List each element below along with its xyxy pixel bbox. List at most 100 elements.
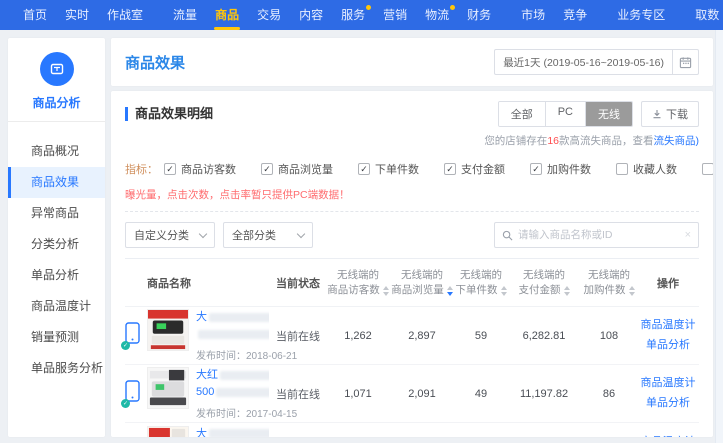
loss-count: 16 bbox=[547, 135, 559, 147]
nav-products[interactable]: 商品 bbox=[206, 0, 248, 30]
product-name-link[interactable]: 大kg bbox=[196, 426, 269, 437]
col-action: 操作 bbox=[637, 275, 699, 291]
product-image[interactable] bbox=[147, 426, 189, 437]
calendar-icon[interactable] bbox=[672, 50, 698, 74]
sidebar-header: 商品分析 bbox=[8, 38, 105, 136]
page-title: 商品效果 bbox=[125, 52, 185, 73]
single-analysis-link[interactable]: 单品分析 bbox=[637, 336, 699, 356]
col-views[interactable]: 无线端的 商品浏览量 bbox=[389, 268, 455, 298]
sidebar-item-sales-forecast[interactable]: 销量预测 bbox=[8, 322, 105, 353]
nav-traffic[interactable]: 流量 bbox=[164, 0, 206, 30]
metric-checkbox-payment[interactable]: 支付金额 bbox=[444, 161, 505, 177]
col-visitors[interactable]: 无线端的 商品访客数 bbox=[327, 268, 389, 298]
metric-checkbox-avg-stay[interactable]: 平均停留时长 bbox=[702, 161, 713, 177]
col-orders[interactable]: 无线端的 下单件数 bbox=[455, 268, 507, 298]
nav-war-room[interactable]: 作战室 bbox=[98, 0, 152, 30]
filter-row: 自定义分类 全部分类 × bbox=[125, 222, 699, 248]
product-name-link[interactable]: 500 bbox=[196, 384, 269, 401]
main-content: 商品效果 最近1天 (2019-05-16~2019-05-16) 商品效果明细… bbox=[111, 38, 713, 437]
redacted-text bbox=[220, 371, 269, 380]
sidebar-item-single-product-service[interactable]: 单品服务分析 bbox=[8, 353, 105, 384]
top-nav: 首页 实时 作战室 流量 商品 交易 内容 服务 营销 物流 财务 市场 竞争 … bbox=[0, 0, 723, 30]
cart-adds-value: 108 bbox=[581, 330, 637, 342]
sort-icon[interactable] bbox=[629, 286, 635, 296]
col-status: 当前状态 bbox=[269, 275, 327, 291]
metric-checkbox-favorites[interactable]: 收藏人数 bbox=[616, 161, 677, 177]
metric-checkbox-views[interactable]: 商品浏览量 bbox=[261, 161, 333, 177]
sidebar-item-single-product-analysis[interactable]: 单品分析 bbox=[8, 260, 105, 291]
nav-business-zone[interactable]: 业务专区 bbox=[608, 0, 674, 30]
tab-pc[interactable]: PC bbox=[546, 102, 586, 126]
notification-dot bbox=[450, 5, 455, 10]
tab-all[interactable]: 全部 bbox=[499, 102, 546, 126]
thermometer-link[interactable]: 商品温度计 bbox=[637, 374, 699, 394]
product-name-link[interactable]: 大红标准 bbox=[196, 367, 269, 384]
nav-home[interactable]: 首页 bbox=[14, 0, 56, 30]
sidebar-item-product-thermometer[interactable]: 商品温度计 bbox=[8, 291, 105, 322]
nav-service[interactable]: 服务 bbox=[332, 0, 374, 30]
mobile-device-icon: ✓ bbox=[125, 331, 140, 348]
nav-trade[interactable]: 交易 bbox=[248, 0, 290, 30]
nav-marketing[interactable]: 营销 bbox=[374, 0, 416, 30]
all-category-select[interactable]: 全部分类 bbox=[223, 222, 313, 248]
sidebar-item-category-analysis[interactable]: 分类分析 bbox=[8, 229, 105, 260]
col-payment[interactable]: 无线端的 支付金额 bbox=[507, 268, 581, 298]
sidebar-group-title: 商品分析 bbox=[8, 94, 105, 111]
custom-category-select[interactable]: 自定义分类 bbox=[125, 222, 215, 248]
nav-finance[interactable]: 财务 bbox=[458, 0, 500, 30]
nav-market[interactable]: 市场 bbox=[512, 0, 554, 30]
scrollbar[interactable] bbox=[715, 30, 723, 443]
metric-checkbox-cart-adds[interactable]: 加购件数 bbox=[530, 161, 591, 177]
sort-icon[interactable] bbox=[383, 286, 389, 296]
col-cart-adds[interactable]: 无线端的 加购件数 bbox=[581, 268, 637, 298]
clear-search-icon[interactable]: × bbox=[685, 229, 691, 241]
checkbox-unchecked-icon bbox=[702, 163, 713, 175]
metrics-row: 指标： 商品访客数 商品浏览量 下单件数 支付金额 加购件数 收藏人数 平均停留… bbox=[125, 156, 699, 182]
search-input[interactable] bbox=[518, 229, 680, 241]
product-image[interactable] bbox=[147, 309, 189, 351]
sidebar-item-abnormal-products[interactable]: 异常商品 bbox=[8, 198, 105, 229]
publish-date: 发布时间：2018-06-21 bbox=[196, 347, 269, 362]
table-row: ✓ 大小 发布时间：2018-06-21 当前在线 1,262 2,897 59… bbox=[125, 307, 699, 365]
metric-checkbox-orders[interactable]: 下单件数 bbox=[358, 161, 419, 177]
product-name-link[interactable] bbox=[196, 326, 269, 343]
metric-checkbox-visitors[interactable]: 商品访客数 bbox=[164, 161, 236, 177]
chevron-down-icon bbox=[199, 229, 207, 237]
nav-content[interactable]: 内容 bbox=[290, 0, 332, 30]
redacted-text bbox=[216, 388, 269, 397]
product-image[interactable] bbox=[147, 367, 189, 409]
checkbox-checked-icon bbox=[444, 163, 456, 175]
sort-icon-active-desc[interactable] bbox=[447, 286, 453, 296]
product-name-link[interactable]: 大小 bbox=[196, 309, 269, 326]
thermometer-link[interactable]: 商品温度计 bbox=[637, 433, 699, 437]
loss-products-link[interactable]: 流失商品) bbox=[654, 135, 700, 147]
single-analysis-link[interactable]: 单品分析 bbox=[637, 394, 699, 414]
table-header: 商品名称 当前状态 无线端的 商品访客数 无线端的 商品浏览量 无线端的 下单件… bbox=[125, 259, 699, 307]
check-badge-icon: ✓ bbox=[121, 399, 130, 408]
table-row: ✓ 大红标准 500 发布时间：2017-04-15 当前在线 1,071 2,… bbox=[125, 365, 699, 423]
mobile-device-icon: ✓ bbox=[125, 389, 140, 406]
chevron-down-icon bbox=[297, 229, 305, 237]
pc-only-warning: 曝光量，点击次数，点击率暂只提供PC端数据！ bbox=[125, 187, 699, 202]
sidebar-item-product-effect[interactable]: 商品效果 bbox=[8, 167, 105, 198]
nav-data-fetch[interactable]: 取数 bbox=[686, 0, 723, 30]
views-value: 2,091 bbox=[389, 388, 455, 400]
metrics-label: 指标： bbox=[125, 161, 158, 177]
sort-icon[interactable] bbox=[501, 286, 507, 296]
date-range-picker[interactable]: 最近1天 (2019-05-16~2019-05-16) bbox=[494, 49, 699, 75]
tab-wireless[interactable]: 无线 bbox=[586, 102, 632, 126]
loss-products-notice: 您的店铺存在16款高流失商品，查看流失商品) bbox=[125, 133, 699, 148]
nav-realtime[interactable]: 实时 bbox=[56, 0, 98, 30]
sidebar-item-product-overview[interactable]: 商品概况 bbox=[8, 136, 105, 167]
nav-logistics[interactable]: 物流 bbox=[416, 0, 458, 30]
thermometer-link[interactable]: 商品温度计 bbox=[637, 316, 699, 336]
checkbox-checked-icon bbox=[261, 163, 273, 175]
sort-icon[interactable] bbox=[564, 286, 570, 296]
product-search-box: × bbox=[494, 222, 699, 248]
check-badge-icon: ✓ bbox=[121, 341, 130, 350]
page-header: 商品效果 最近1天 (2019-05-16~2019-05-16) bbox=[111, 38, 713, 86]
download-button[interactable]: 下载 bbox=[641, 101, 699, 127]
nav-competition[interactable]: 竞争 bbox=[554, 0, 596, 30]
product-effect-detail-card: 商品效果明细 全部 PC 无线 下载 您的店铺存在16款高流失商品，查看流失商品… bbox=[111, 91, 713, 437]
search-icon bbox=[502, 230, 513, 241]
